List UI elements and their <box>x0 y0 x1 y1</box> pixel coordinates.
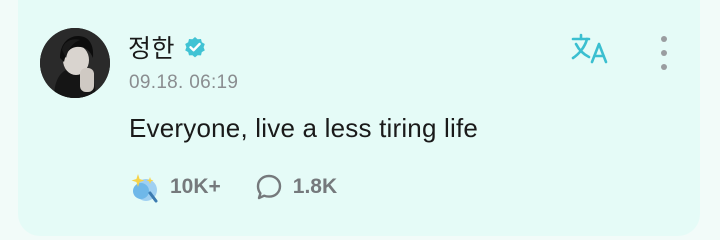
post-actions: 10K+ 1.8K <box>128 170 371 204</box>
author-row: 정한 <box>128 30 207 64</box>
more-dot <box>661 50 667 56</box>
verified-badge-icon <box>183 35 207 59</box>
author-name[interactable]: 정한 <box>128 29 175 65</box>
translate-icon[interactable] <box>570 32 614 68</box>
comment-button[interactable]: 1.8K <box>255 173 337 201</box>
avatar-image <box>40 28 110 98</box>
more-vertical-icon <box>661 36 667 42</box>
post-timestamp: 09.18. 06:19 <box>129 72 239 93</box>
comments-count: 1.8K <box>292 175 338 198</box>
post-card: 정한 09.18. 06:19 Everyone, live a less ti… <box>18 0 700 236</box>
post-message: Everyone, live a less tiring life <box>129 113 479 143</box>
avatar[interactable] <box>40 28 110 98</box>
sparkle-reaction-icon <box>131 174 158 203</box>
more-dot <box>661 64 667 70</box>
reactions-count: 10K+ <box>170 175 221 198</box>
more-options-button[interactable] <box>654 36 674 70</box>
reaction-button[interactable]: 10K+ <box>128 171 221 203</box>
comment-bubble-icon <box>256 174 281 200</box>
